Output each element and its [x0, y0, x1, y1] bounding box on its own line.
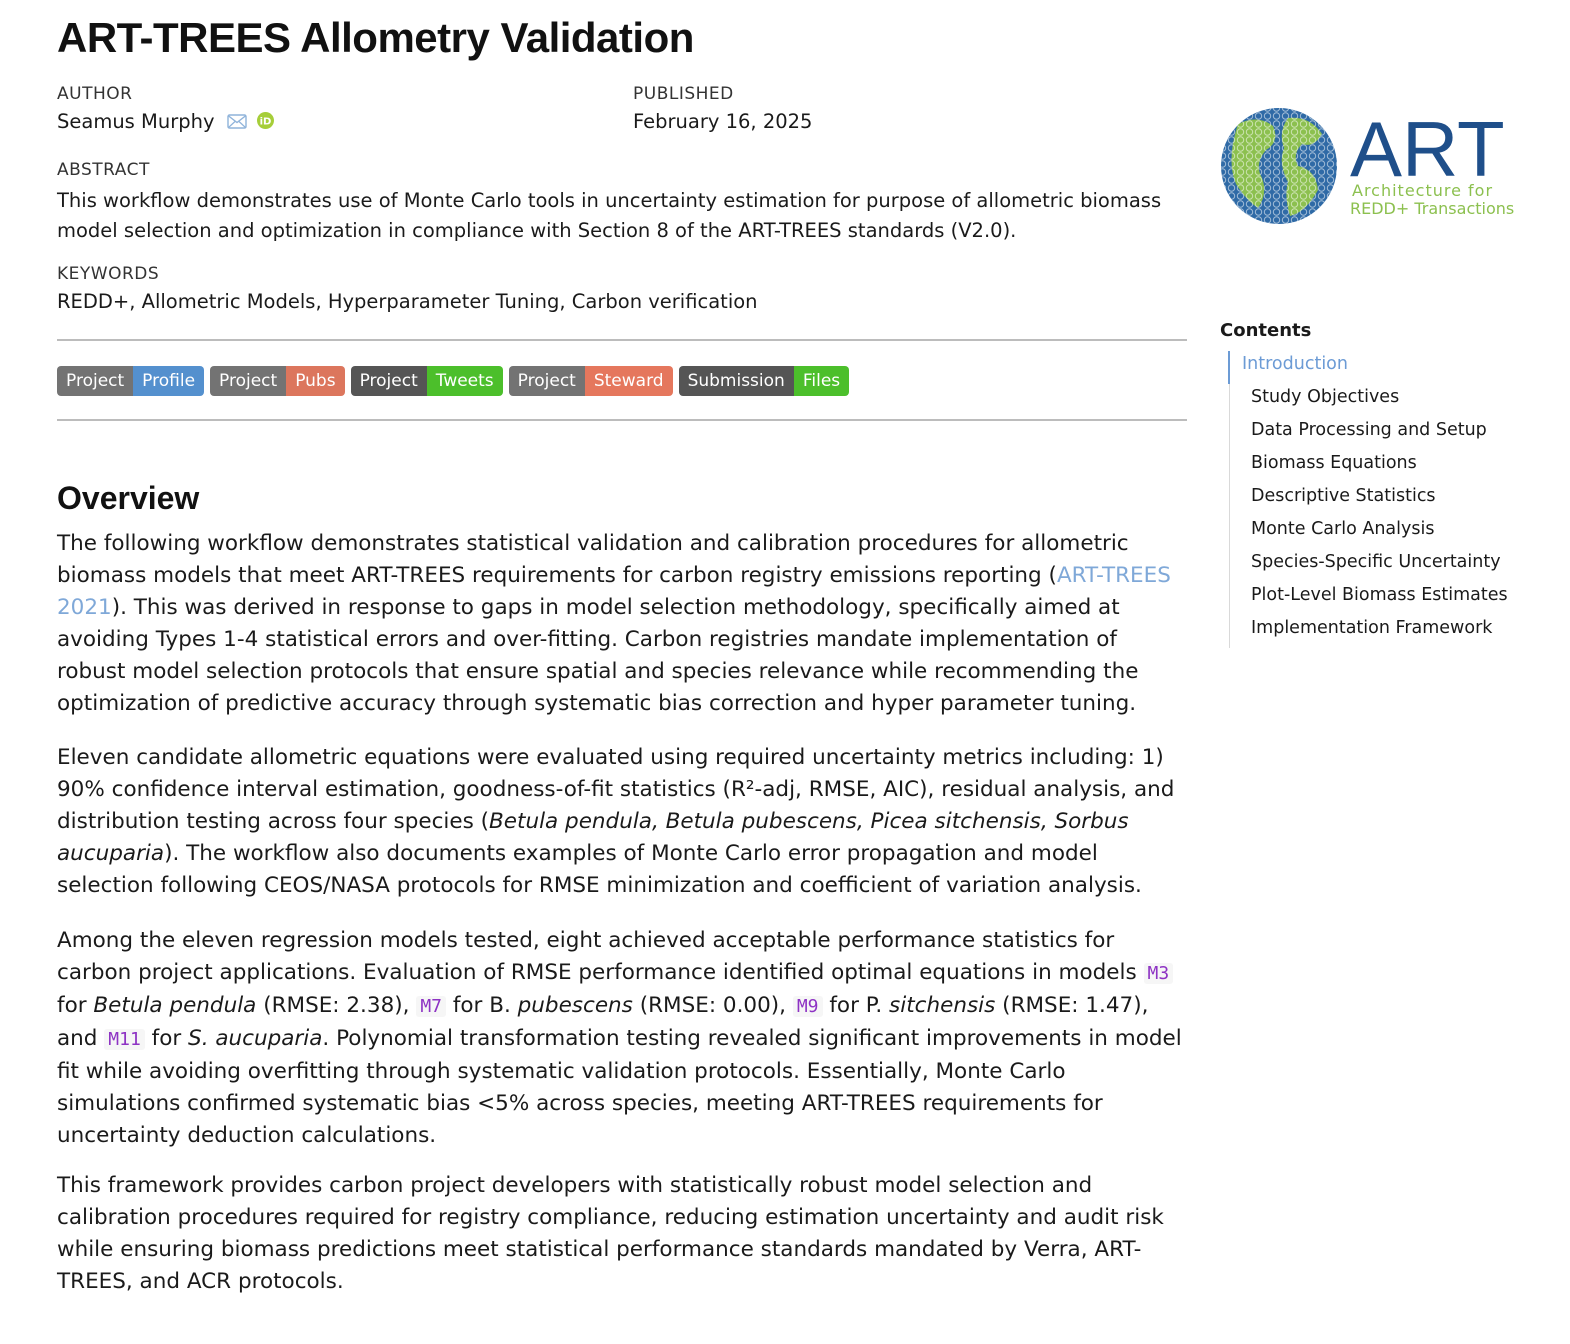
badge-left: Project	[350, 366, 427, 396]
published-date: February 16, 2025	[633, 110, 813, 133]
toc-title: Contents	[1220, 320, 1312, 341]
logo-tagline-2: REDD+ Transactions	[1350, 199, 1514, 218]
abstract-block: ABSTRACT This workflow demonstrates use …	[57, 160, 1187, 246]
overview-paragraph-4: This framework provides carbon project d…	[57, 1173, 1164, 1294]
published-label: PUBLISHED	[633, 84, 734, 104]
model-code-m3: M3	[1143, 963, 1174, 984]
text-span: Among the eleven regression models teste…	[57, 928, 1144, 985]
model-code-m9: M9	[792, 996, 823, 1017]
published-block: PUBLISHED February 16, 2025	[633, 84, 812, 133]
logo-tagline-1: Architecture for	[1352, 181, 1493, 200]
toc-item-introduction[interactable]: Introduction	[1228, 351, 1550, 384]
badge-left: Project	[508, 366, 585, 396]
species-name: S. aucuparia	[188, 1026, 323, 1051]
orcid-icon[interactable]: iD	[256, 111, 274, 134]
toc-item-descriptive-statistics[interactable]: Descriptive Statistics	[1230, 483, 1550, 516]
toc-item-study-objectives[interactable]: Study Objectives	[1230, 384, 1550, 417]
badge-submission-files[interactable]: Submission Files	[678, 366, 850, 396]
abstract-label: ABSTRACT	[57, 160, 150, 180]
badge-project-pubs[interactable]: Project Pubs	[210, 366, 345, 396]
badge-left: Project	[57, 366, 134, 396]
overview-paragraph-3: Among the eleven regression models teste…	[57, 925, 1187, 1152]
badge-right: Steward	[584, 366, 673, 396]
keywords-text: REDD+, Allometric Models, Hyperparameter…	[57, 290, 758, 313]
text-span: ). The workflow also documents examples …	[57, 841, 1142, 898]
keywords-block: KEYWORDS REDD+, Allometric Models, Hyper…	[57, 264, 1187, 313]
text-span: for	[57, 993, 94, 1018]
toc-item-data-processing[interactable]: Data Processing and Setup	[1230, 417, 1550, 450]
logo-wordmark: ART	[1350, 105, 1505, 193]
species-name: sitchensis	[889, 993, 996, 1018]
text-span: ). This was derived in response to gaps …	[57, 595, 1139, 716]
toc-list: Introduction Study Objectives Data Proce…	[1228, 351, 1550, 648]
model-code-m11: M11	[104, 1029, 145, 1050]
toc-item-plot-level-estimates[interactable]: Plot-Level Biomass Estimates	[1230, 582, 1550, 615]
table-of-contents: Contents Introduction Study Objectives D…	[1220, 320, 1550, 648]
text-span: for B.	[446, 993, 518, 1018]
overview-paragraph-2: Eleven candidate allometric equations we…	[57, 742, 1187, 902]
toc-item-biomass-equations[interactable]: Biomass Equations	[1230, 450, 1550, 483]
toc-item-monte-carlo[interactable]: Monte Carlo Analysis	[1230, 516, 1550, 549]
toc-item-implementation-framework[interactable]: Implementation Framework	[1230, 615, 1550, 648]
divider	[57, 339, 1187, 341]
badge-left: Submission	[678, 366, 794, 396]
badge-right: Pubs	[286, 366, 345, 396]
author-block: AUTHOR Seamus Murphy iD	[57, 84, 274, 134]
page-title: ART-TREES Allometry Validation	[57, 14, 694, 61]
abstract-text: This workflow demonstrates use of Monte …	[57, 186, 1187, 246]
badge-left: Project	[210, 366, 287, 396]
svg-text:iD: iD	[260, 117, 272, 128]
globe-logo-icon: ART Architecture for REDD+ Transactions	[1221, 105, 1514, 224]
toc-item-species-uncertainty[interactable]: Species-Specific Uncertainty	[1230, 549, 1550, 582]
keywords-label: KEYWORDS	[57, 264, 160, 284]
text-span: The following workflow demonstrates stat…	[57, 531, 1129, 588]
badge-project-steward[interactable]: Project Steward	[508, 366, 673, 396]
text-span: for	[144, 1026, 189, 1051]
badge-row: Project Profile Project Pubs Project Twe…	[57, 366, 850, 396]
badge-right: Profile	[133, 366, 205, 396]
author-label: AUTHOR	[57, 84, 133, 104]
overview-paragraph-1: The following workflow demonstrates stat…	[57, 528, 1187, 720]
author-name: Seamus Murphy	[57, 110, 215, 133]
abstract-line: This workflow demonstrates use of Monte …	[57, 189, 1162, 212]
mail-icon[interactable]	[227, 111, 247, 134]
badge-right: Files	[793, 366, 850, 396]
abstract-line: model selection and optimization in comp…	[57, 219, 1017, 242]
divider	[57, 419, 1187, 421]
badge-project-tweets[interactable]: Project Tweets	[350, 366, 503, 396]
species-name: pubescens	[517, 993, 633, 1018]
text-span: for P.	[822, 993, 890, 1018]
text-span: (RMSE: 0.00),	[632, 993, 793, 1018]
species-name: Betula pendula	[93, 993, 257, 1018]
badge-project-profile[interactable]: Project Profile	[57, 366, 205, 396]
text-span: (RMSE: 2.38),	[256, 993, 417, 1018]
author-value: Seamus Murphy iD	[57, 110, 274, 134]
art-logo: ART Architecture for REDD+ Transactions	[1218, 104, 1528, 230]
overview-heading: Overview	[57, 480, 200, 516]
badge-right: Tweets	[426, 366, 503, 396]
model-code-m7: M7	[416, 996, 446, 1017]
